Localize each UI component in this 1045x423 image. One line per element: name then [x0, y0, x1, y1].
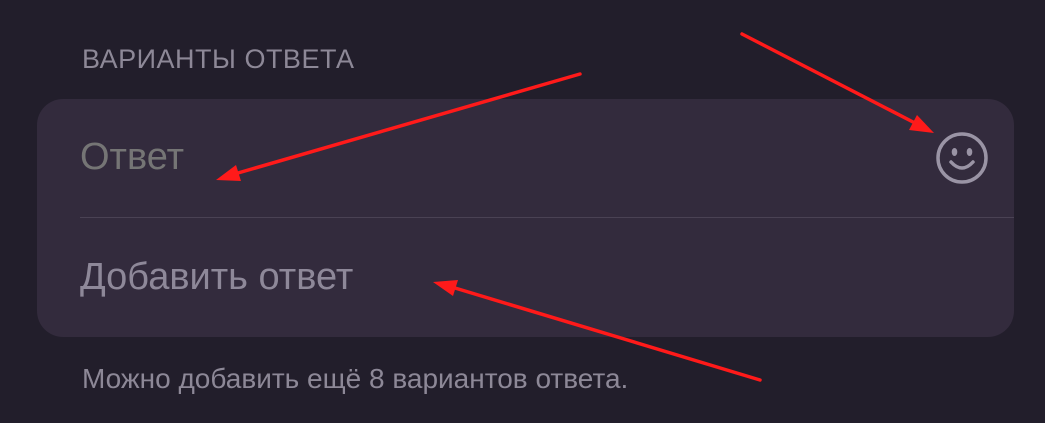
emoji-button[interactable]	[935, 131, 989, 185]
answer-input[interactable]	[80, 136, 900, 179]
options-card: Добавить ответ	[37, 99, 1014, 337]
poll-options-screen: ВАРИАНТЫ ОТВЕТА Добавить ответ Можно доб…	[0, 0, 1045, 423]
add-option-row[interactable]: Добавить ответ	[37, 218, 1014, 336]
section-header: ВАРИАНТЫ ОТВЕТА	[82, 44, 355, 74]
answer-row	[37, 99, 1014, 218]
options-remaining-note: Можно добавить ещё 8 вариантов ответа.	[82, 363, 629, 394]
smiley-icon	[936, 132, 988, 184]
add-option-button[interactable]: Добавить ответ	[80, 256, 353, 299]
